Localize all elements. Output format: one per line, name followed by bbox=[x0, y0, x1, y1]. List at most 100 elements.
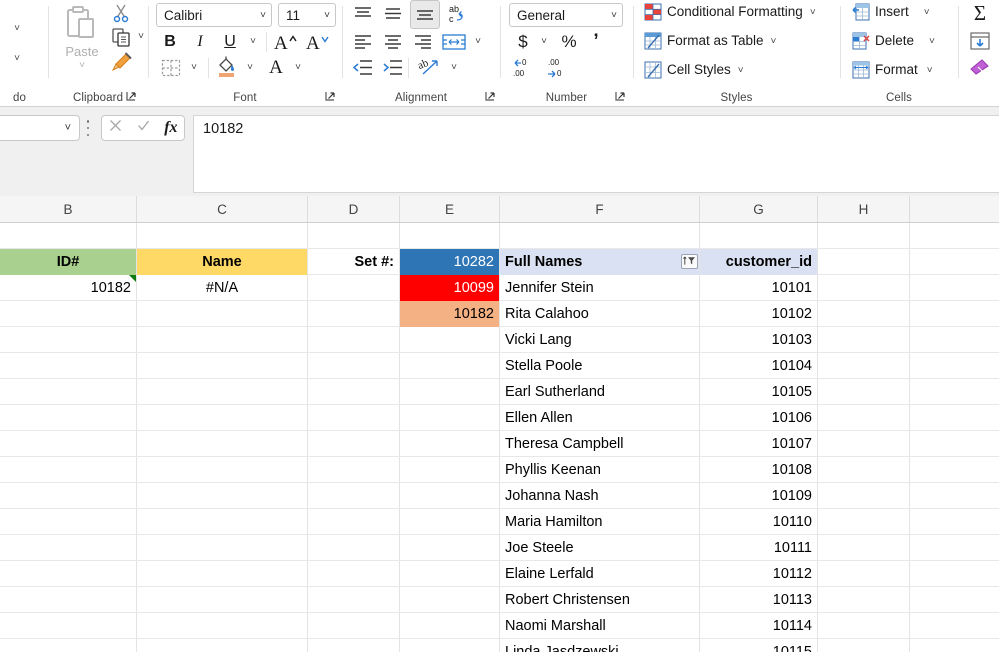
cell-styles-button[interactable]: Cell Styles ˅ bbox=[642, 60, 746, 80]
align-left-icon[interactable] bbox=[350, 30, 376, 54]
grow-font-icon[interactable]: A bbox=[272, 30, 300, 54]
font-dialog-launcher[interactable] bbox=[324, 90, 337, 103]
cancel-x-icon[interactable] bbox=[108, 118, 123, 138]
column-header-E[interactable]: E bbox=[400, 196, 500, 222]
column-header-F[interactable]: F bbox=[500, 196, 700, 222]
copy-dropdown-chevron-icon[interactable]: ˅ bbox=[134, 26, 148, 48]
cell-set-value-2[interactable]: 10099 bbox=[400, 275, 499, 301]
delete-cells-button[interactable]: Delete ˅ bbox=[850, 31, 937, 51]
cell-table-id-7[interactable]: 10107 bbox=[700, 431, 817, 457]
accounting-format-icon[interactable]: $ bbox=[512, 30, 534, 54]
formula-bar-more-icon[interactable] bbox=[86, 120, 90, 136]
sort-filter-icon[interactable] bbox=[681, 254, 698, 269]
clipboard-dialog-launcher[interactable] bbox=[125, 90, 138, 103]
copy-icon[interactable] bbox=[110, 26, 132, 48]
fill-color-dropdown-chevron-icon[interactable]: ˅ bbox=[242, 56, 258, 80]
enter-check-icon[interactable] bbox=[136, 118, 151, 138]
cell-table-name-4[interactable]: Stella Poole bbox=[500, 353, 699, 379]
orientation-dropdown-chevron-icon[interactable]: ˅ bbox=[446, 56, 462, 80]
insert-function-label[interactable]: fx bbox=[164, 119, 177, 137]
increase-indent-icon[interactable] bbox=[380, 56, 406, 80]
font-name-combo[interactable]: Calibri ˅ bbox=[156, 3, 272, 27]
align-center-icon[interactable] bbox=[380, 30, 406, 54]
decrease-decimal-icon[interactable]: .00 0 bbox=[544, 56, 574, 80]
orientation-icon[interactable]: ab bbox=[416, 54, 444, 80]
conditional-formatting-button[interactable]: Conditional Formatting ˅ bbox=[642, 2, 818, 22]
cell-table-id-3[interactable]: 10103 bbox=[700, 327, 817, 353]
paste-icon[interactable] bbox=[60, 4, 104, 48]
font-color-icon[interactable]: A bbox=[264, 56, 288, 80]
align-right-icon[interactable] bbox=[410, 30, 436, 54]
cell-table-name-15[interactable]: Linda Jasdzewski bbox=[500, 639, 699, 652]
cell-table-name-2[interactable]: Rita Calahoo bbox=[500, 301, 699, 327]
cell-table-id-6[interactable]: 10106 bbox=[700, 405, 817, 431]
paste-dropdown-chevron-icon[interactable]: ˅ bbox=[74, 60, 90, 72]
cell-id-header[interactable]: ID# bbox=[0, 249, 136, 275]
increase-decimal-icon[interactable]: 0 .00 bbox=[510, 56, 540, 80]
fill-down-icon[interactable] bbox=[968, 29, 992, 53]
cell-table-name-12[interactable]: Elaine Lerfald bbox=[500, 561, 699, 587]
cell-name-header[interactable]: Name bbox=[137, 249, 307, 275]
cell-table-id-1[interactable]: 10101 bbox=[700, 275, 817, 301]
cell-table-id-2[interactable]: 10102 bbox=[700, 301, 817, 327]
paste-button-label[interactable]: Paste bbox=[56, 44, 108, 59]
merge-dropdown-chevron-icon[interactable]: ˅ bbox=[470, 30, 486, 54]
column-header-B[interactable]: B bbox=[0, 196, 137, 222]
cell-table-name-8[interactable]: Phyllis Keenan bbox=[500, 457, 699, 483]
comma-format-icon[interactable]: ’ bbox=[585, 30, 607, 54]
cell-table-name-1[interactable]: Jennifer Stein bbox=[500, 275, 699, 301]
shrink-font-icon[interactable]: A bbox=[304, 30, 332, 54]
fill-color-icon[interactable] bbox=[214, 54, 240, 80]
cell-table-id-13[interactable]: 10113 bbox=[700, 587, 817, 613]
cell-table-name-5[interactable]: Earl Sutherland bbox=[500, 379, 699, 405]
column-header-H[interactable]: H bbox=[818, 196, 910, 222]
number-dialog-launcher[interactable] bbox=[614, 90, 627, 103]
cell-table-id-15[interactable]: 10115 bbox=[700, 639, 817, 652]
borders-dropdown-chevron-icon[interactable]: ˅ bbox=[186, 56, 202, 80]
underline-dropdown-chevron-icon[interactable]: ˅ bbox=[245, 30, 261, 54]
column-header-I[interactable] bbox=[910, 196, 999, 222]
cell-name-value[interactable]: #N/A bbox=[137, 275, 307, 301]
underline-button[interactable]: U bbox=[218, 30, 242, 54]
merge-and-center-icon[interactable] bbox=[440, 30, 468, 54]
bold-button[interactable]: B bbox=[158, 30, 182, 54]
align-bottom-icon[interactable] bbox=[410, 0, 440, 29]
cell-set-value-3[interactable]: 10182 bbox=[400, 301, 499, 327]
align-top-icon[interactable] bbox=[350, 2, 376, 26]
number-format-combo[interactable]: General ˅ bbox=[509, 3, 623, 27]
cell-table-name-11[interactable]: Joe Steele bbox=[500, 535, 699, 561]
cell-table-id-5[interactable]: 10105 bbox=[700, 379, 817, 405]
redo-dropdown-icon[interactable]: ˅ bbox=[6, 52, 28, 66]
font-color-dropdown-chevron-icon[interactable]: ˅ bbox=[290, 56, 306, 80]
cell-table-id-14[interactable]: 10114 bbox=[700, 613, 817, 639]
alignment-dialog-launcher[interactable] bbox=[484, 90, 497, 103]
cell-table-name-6[interactable]: Ellen Allen bbox=[500, 405, 699, 431]
clear-eraser-icon[interactable] bbox=[968, 57, 992, 81]
cell-set-value-1[interactable]: 10282 bbox=[400, 249, 499, 275]
accounting-dropdown-chevron-icon[interactable]: ˅ bbox=[536, 30, 552, 54]
formula-input[interactable]: 10182 bbox=[193, 115, 999, 193]
cell-table-name-10[interactable]: Maria Hamilton bbox=[500, 509, 699, 535]
cell-table-name-9[interactable]: Johanna Nash bbox=[500, 483, 699, 509]
cell-set-label[interactable]: Set #: bbox=[308, 249, 399, 275]
cell-table-id-9[interactable]: 10109 bbox=[700, 483, 817, 509]
cell-table-name-14[interactable]: Naomi Marshall bbox=[500, 613, 699, 639]
cell-table-name-7[interactable]: Theresa Campbell bbox=[500, 431, 699, 457]
italic-button[interactable]: I bbox=[188, 30, 212, 54]
cell-table-name-3[interactable]: Vicki Lang bbox=[500, 327, 699, 353]
column-header-C[interactable]: C bbox=[137, 196, 308, 222]
cell-id-value[interactable]: 10182 bbox=[0, 275, 136, 301]
undo-dropdown-icon[interactable]: ˅ bbox=[6, 22, 28, 36]
wrap-text-icon[interactable]: ab c bbox=[446, 2, 474, 26]
percent-format-icon[interactable]: % bbox=[558, 30, 580, 54]
name-box[interactable]: ˅ bbox=[0, 115, 80, 141]
cell-table-name-13[interactable]: Robert Christensen bbox=[500, 587, 699, 613]
align-middle-icon[interactable] bbox=[380, 2, 406, 26]
cell-table-id-10[interactable]: 10110 bbox=[700, 509, 817, 535]
borders-icon[interactable] bbox=[158, 56, 184, 80]
cell-table-id-4[interactable]: 10104 bbox=[700, 353, 817, 379]
column-header-D[interactable]: D bbox=[308, 196, 400, 222]
cell-table-header-full-names[interactable]: Full Names bbox=[500, 249, 699, 275]
font-size-combo[interactable]: 11 ˅ bbox=[278, 3, 336, 27]
cell-table-header-customer-id[interactable]: customer_id bbox=[700, 249, 817, 275]
